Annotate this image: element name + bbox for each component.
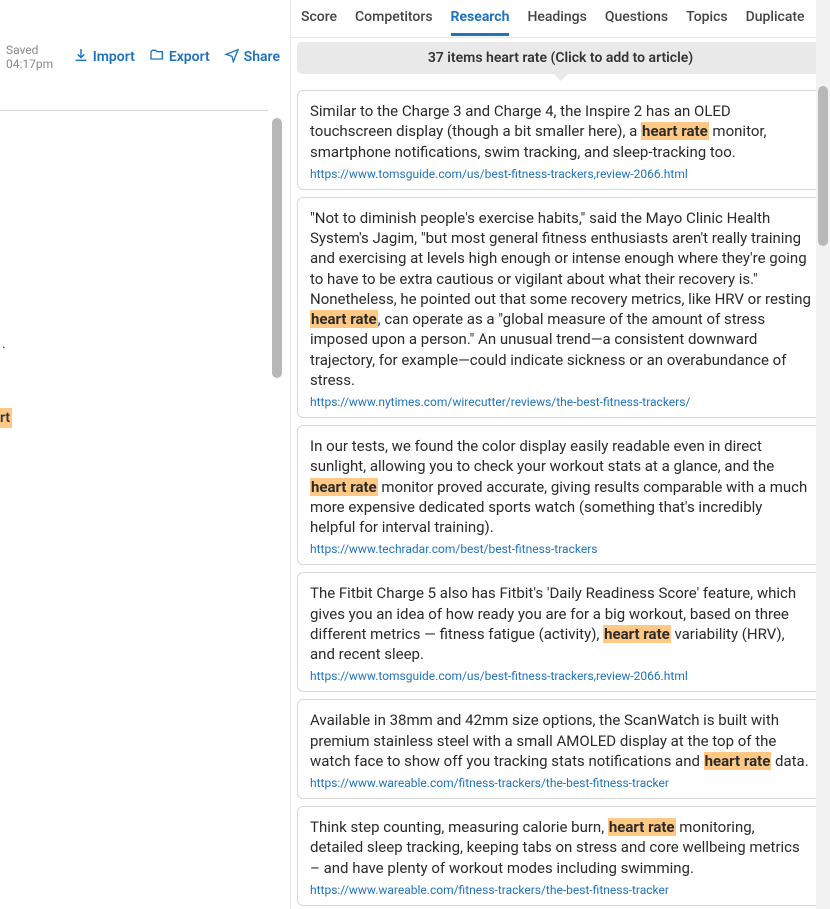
left-scrollbar-thumb[interactable] — [272, 118, 282, 378]
research-snippet: In our tests, we found the color display… — [310, 436, 811, 537]
divider — [0, 110, 268, 111]
share-button[interactable]: Share — [224, 47, 280, 67]
editor-toolbar: Saved 04:17pm Import Export Share — [0, 43, 290, 71]
research-source-url[interactable]: https://www.wareable.com/fitness-tracker… — [310, 776, 811, 790]
share-label: Share — [244, 49, 280, 65]
research-source-url[interactable]: https://www.techradar.com/best/best-fitn… — [310, 542, 811, 556]
research-panel: Score Competitors Research Headings Question… — [290, 0, 830, 909]
saved-timestamp: Saved 04:17pm — [6, 43, 59, 71]
folder-icon — [149, 47, 165, 67]
import-button[interactable]: Import — [73, 47, 135, 67]
download-icon — [73, 47, 89, 67]
research-card[interactable]: Similar to the Charge 3 and Charge 4, th… — [297, 90, 824, 190]
left-editor-pane: Saved 04:17pm Import Export Share . rt — [0, 0, 290, 909]
tab-topics[interactable]: Topics — [686, 9, 727, 33]
highlight-term: heart rate — [641, 122, 709, 140]
right-scrollbar-thumb[interactable] — [818, 86, 828, 246]
tab-score[interactable]: Score — [301, 9, 337, 33]
research-source-url[interactable]: https://www.tomsguide.com/us/best-fitnes… — [310, 167, 811, 181]
highlight-term: heart rate — [310, 478, 378, 496]
research-card[interactable]: Think step counting, measuring calorie b… — [297, 806, 824, 906]
research-snippet: Available in 38mm and 42mm size options,… — [310, 710, 811, 771]
tab-duplicate[interactable]: Duplicate — [746, 9, 805, 33]
editor-text-fragment: . — [2, 336, 6, 352]
highlight-term: heart rate — [310, 310, 378, 328]
export-label: Export — [169, 49, 210, 65]
highlight-term: heart rate — [608, 818, 676, 836]
tab-headings[interactable]: Headings — [527, 9, 586, 33]
import-label: Import — [93, 49, 135, 65]
tab-research[interactable]: Research — [451, 9, 510, 36]
editor-highlight-fragment: rt — [0, 408, 12, 428]
tab-questions[interactable]: Questions — [605, 9, 668, 33]
research-card[interactable]: In our tests, we found the color display… — [297, 425, 824, 565]
highlight-term: heart rate — [603, 625, 671, 643]
research-card[interactable]: "Not to diminish people's exercise habit… — [297, 197, 824, 418]
research-snippet: Similar to the Charge 3 and Charge 4, th… — [310, 101, 811, 162]
research-source-url[interactable]: https://www.nytimes.com/wirecutter/revie… — [310, 395, 811, 409]
research-source-url[interactable]: https://www.wareable.com/fitness-tracker… — [310, 883, 811, 897]
research-results[interactable]: Similar to the Charge 3 and Charge 4, th… — [291, 86, 830, 909]
highlight-term: heart rate — [704, 752, 772, 770]
research-snippet: Think step counting, measuring calorie b… — [310, 817, 811, 878]
panel-tabs: Score Competitors Research Headings Question… — [291, 0, 830, 38]
research-source-url[interactable]: https://www.tomsguide.com/us/best-fitnes… — [310, 669, 811, 683]
export-button[interactable]: Export — [149, 47, 210, 67]
research-snippet: "Not to diminish people's exercise habit… — [310, 208, 811, 390]
research-card[interactable]: The Fitbit Charge 5 also has Fitbit's 'D… — [297, 572, 824, 692]
research-card[interactable]: Available in 38mm and 42mm size options,… — [297, 699, 824, 799]
tab-competitors[interactable]: Competitors — [355, 9, 432, 33]
send-icon — [224, 47, 240, 67]
research-banner[interactable]: 37 items heart rate (Click to add to art… — [297, 42, 824, 74]
research-snippet: The Fitbit Charge 5 also has Fitbit's 'D… — [310, 583, 811, 664]
